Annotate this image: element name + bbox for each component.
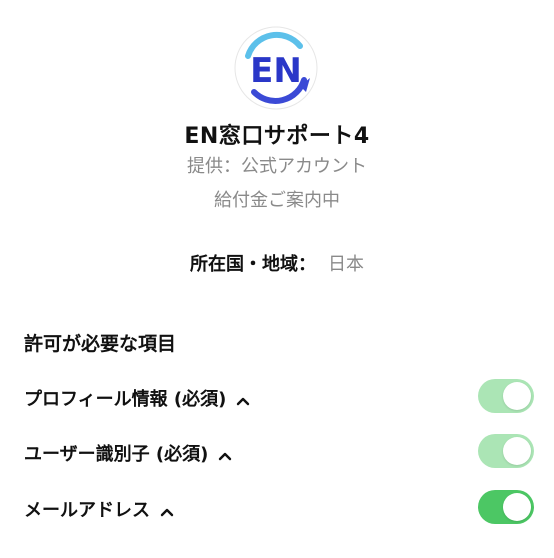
permission-profile-expand[interactable]: プロフィール情報 (必須): [24, 385, 250, 411]
toggle-knob: [503, 493, 531, 521]
chevron-up-icon[interactable]: [218, 445, 232, 466]
account-name: EN窓口サポート4: [184, 124, 370, 149]
permission-label: メールアドレス: [24, 500, 150, 521]
permissions-title: 許可が必要な項目: [24, 333, 177, 355]
permission-row-profile[interactable]: プロフィール情報 (必須): [24, 377, 534, 417]
permission-row-user-id[interactable]: ユーザー識別子 (必須): [24, 432, 534, 472]
permission-user-id-toggle[interactable]: [478, 434, 534, 468]
permission-label: ユーザー識別子 (必須): [24, 444, 209, 465]
permission-label: プロフィール情報 (必須): [24, 389, 227, 410]
toggle-knob: [503, 437, 531, 465]
provider-text: 提供：公式アカウント: [187, 156, 367, 177]
chevron-up-icon[interactable]: [236, 390, 250, 411]
account-description: 給付金ご案内中: [214, 190, 340, 211]
permission-row-email[interactable]: メールアドレス: [24, 488, 534, 528]
en-logo-icon: EN: [234, 26, 318, 110]
logo-text: EN: [250, 51, 302, 91]
chevron-up-icon[interactable]: [160, 501, 174, 522]
permission-user-id-expand[interactable]: ユーザー識別子 (必須): [24, 440, 232, 466]
region-row: 所在国・地域： 日本: [0, 250, 554, 276]
permission-email-toggle[interactable]: [478, 490, 534, 524]
permission-email-expand[interactable]: メールアドレス: [24, 496, 174, 522]
region-value: 日本: [328, 254, 364, 275]
toggle-knob: [503, 382, 531, 410]
account-avatar: EN: [234, 26, 318, 110]
permission-profile-toggle[interactable]: [478, 379, 534, 413]
region-label: 所在国・地域：: [190, 254, 316, 275]
